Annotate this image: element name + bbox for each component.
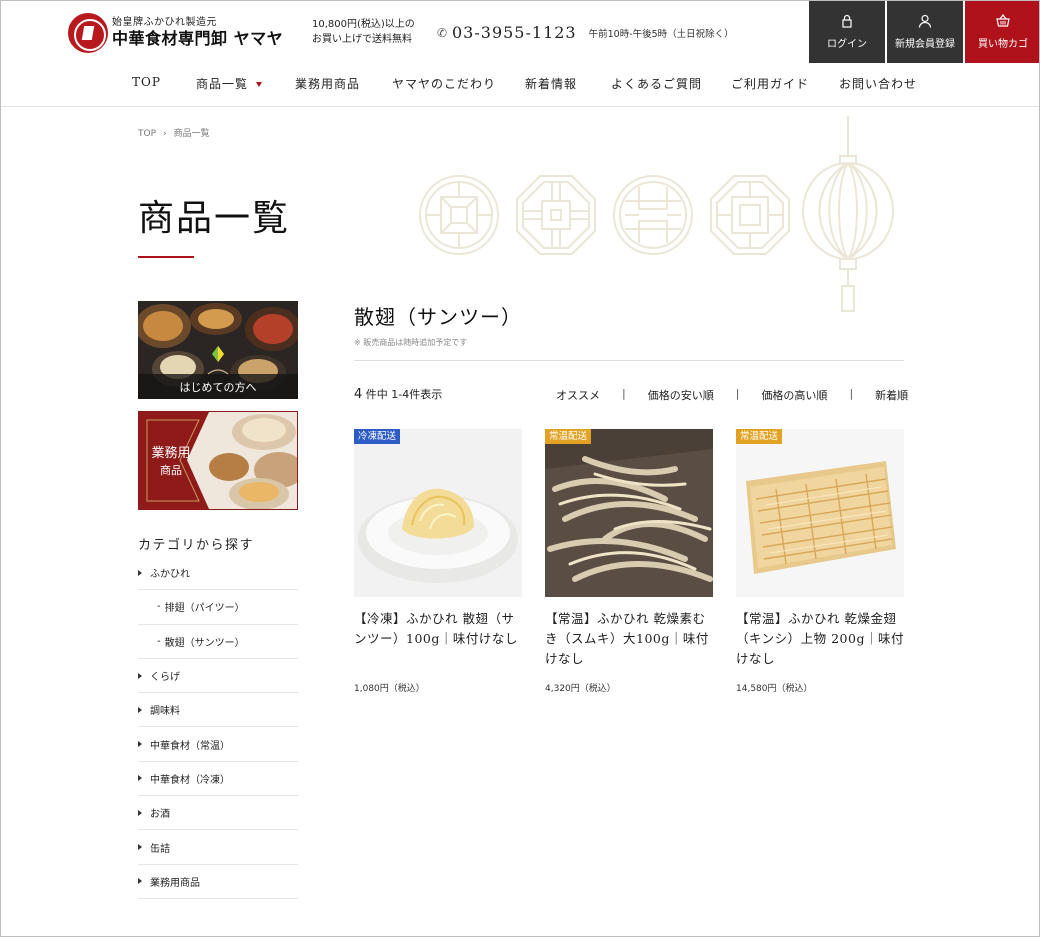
product-price: 4,320円（税込） bbox=[545, 684, 616, 694]
breadcrumb-current: 商品一覧 bbox=[173, 129, 210, 139]
caret-down-icon bbox=[256, 82, 263, 87]
product-image[interactable]: 常温配送 bbox=[736, 429, 904, 597]
category-item-canned[interactable]: 缶詰 bbox=[138, 830, 298, 865]
category-item-jellyfish[interactable]: くらげ bbox=[138, 659, 298, 694]
sort-newest[interactable]: 新着順 bbox=[875, 387, 908, 403]
triangle-right-icon bbox=[138, 706, 142, 713]
product-card[interactable]: 冷凍配送 【冷凍】ふかひれ 散翅（サンツー）100g｜味付けなし 1,080円（… bbox=[354, 429, 522, 694]
shipping-tag: 常温配送 bbox=[545, 429, 592, 444]
triangle-right-icon bbox=[138, 741, 142, 748]
beginners-banner-label: はじめての方へ bbox=[180, 380, 257, 394]
nav-item-guide[interactable]: ご利用ガイド bbox=[731, 75, 809, 92]
category-item-chinese-ambient[interactable]: 中華食材（常温） bbox=[138, 727, 298, 762]
beginners-banner-image: はじめての方へ bbox=[138, 301, 298, 399]
product-price: 14,580円（税込） bbox=[736, 684, 813, 694]
product-price: 1,080円（税込） bbox=[354, 684, 425, 694]
category-item-liquor[interactable]: お酒 bbox=[138, 796, 298, 831]
category-item-paitsu[interactable]: - 排翅（パイツー） bbox=[138, 590, 298, 625]
business-products-banner[interactable]: 業務用 商品 bbox=[138, 411, 298, 510]
breadcrumb-home[interactable]: TOP bbox=[138, 129, 156, 139]
register-button[interactable]: 新規会員登録 bbox=[887, 1, 963, 63]
result-count: 4 件中 1-4件表示 bbox=[354, 387, 443, 402]
product-image[interactable]: 常温配送 bbox=[545, 429, 713, 597]
phone-icon: ✆ bbox=[437, 25, 448, 40]
page-title: 商品一覧 bbox=[138, 198, 291, 239]
triangle-right-icon bbox=[138, 844, 142, 851]
category-item-business[interactable]: 業務用商品 bbox=[138, 865, 298, 899]
beginners-banner[interactable]: はじめての方へ bbox=[138, 301, 298, 399]
product-card[interactable]: 常温配送 【常温】ふかひれ 乾燥金翅（キンシ）上物 200g｜味付けなし 14,… bbox=[736, 429, 904, 694]
product-image[interactable]: 冷凍配送 bbox=[354, 429, 522, 597]
nav-item-faq[interactable]: よくあるご質問 bbox=[611, 75, 702, 92]
category-item-shark-fin[interactable]: ふかひれ bbox=[138, 556, 298, 591]
triangle-right-icon bbox=[138, 775, 142, 782]
nav-item-business[interactable]: 業務用商品 bbox=[295, 75, 360, 92]
divider bbox=[354, 360, 904, 361]
product-name[interactable]: 【常温】ふかひれ 乾燥素むき（スムキ）大100g｜味付けなし bbox=[545, 609, 713, 669]
nav-item-commitment[interactable]: ヤマヤのこだわり bbox=[392, 75, 496, 92]
section-title: 散翅（サンツー） bbox=[354, 305, 522, 329]
decorative-lattice-ornaments bbox=[419, 116, 894, 312]
category-item-santsu[interactable]: - 散翅（サンツー） bbox=[138, 625, 298, 659]
business-banner-line2: 商品 bbox=[160, 463, 182, 477]
triangle-right-icon bbox=[138, 809, 142, 816]
nav-item-contact[interactable]: お問い合わせ bbox=[839, 75, 917, 92]
page: 始皇牌ふかひれ製造元 中華食材専門卸 ヤマヤ 10,800円(税込)以上の お買… bbox=[0, 0, 1040, 937]
sort-price-low[interactable]: 価格の安い順 bbox=[648, 387, 714, 403]
phone-number[interactable]: 03-3955-1123 bbox=[452, 23, 577, 42]
free-shipping-note: 10,800円(税込)以上の お買い上げで送料無料 bbox=[312, 19, 415, 45]
product-name[interactable]: 【常温】ふかひれ 乾燥金翅（キンシ）上物 200g｜味付けなし bbox=[736, 609, 904, 669]
user-icon bbox=[918, 14, 932, 28]
breadcrumb: TOP › 商品一覧 bbox=[138, 129, 210, 139]
site-logo[interactable]: 始皇牌ふかひれ製造元 中華食材専門卸 ヤマヤ bbox=[68, 13, 283, 53]
category-title: カテゴリから探す bbox=[138, 538, 255, 553]
category-item-seasoning[interactable]: 調味料 bbox=[138, 693, 298, 728]
logo-tagline: 始皇牌ふかひれ製造元 bbox=[112, 17, 217, 29]
business-hours: 午前10時-午後5時（土日祝除く） bbox=[588, 28, 734, 40]
lock-icon bbox=[842, 14, 852, 28]
triangle-right-icon bbox=[138, 569, 142, 576]
login-button[interactable]: ログイン bbox=[809, 1, 885, 63]
section-note: ※ 販売商品は随時追加予定です bbox=[354, 338, 468, 347]
sort-recommended[interactable]: オススメ bbox=[556, 387, 600, 403]
nav-item-news[interactable]: 新着情報 bbox=[525, 75, 577, 92]
product-name[interactable]: 【冷凍】ふかひれ 散翅（サンツー）100g｜味付けなし bbox=[354, 609, 522, 649]
shipping-tag: 常温配送 bbox=[736, 429, 783, 444]
triangle-right-icon bbox=[138, 878, 142, 885]
nav-item-top[interactable]: TOP bbox=[132, 75, 161, 89]
triangle-right-icon bbox=[138, 672, 142, 679]
site-header: 始皇牌ふかひれ製造元 中華食材専門卸 ヤマヤ 10,800円(税込)以上の お買… bbox=[1, 1, 1039, 65]
category-list: ふかひれ - 排翅（パイツー） - 散翅（サンツー） くらげ 調味料 中華食材（常温… bbox=[138, 556, 298, 899]
shipping-tag: 冷凍配送 bbox=[354, 429, 401, 444]
title-underline bbox=[138, 256, 194, 258]
product-card[interactable]: 常温配送 【常温】ふかひれ 乾燥素むき（スムキ）大100g｜味付けなし 4,32… bbox=[545, 429, 713, 694]
cart-button[interactable]: 買い物カゴ bbox=[965, 1, 1039, 63]
sort-price-high[interactable]: 価格の高い順 bbox=[761, 387, 827, 403]
sort-options: オススメ | 価格の安い順 | 価格の高い順 | 新着順 bbox=[556, 387, 909, 403]
business-banner-line1: 業務用 bbox=[151, 445, 190, 461]
phone-info: ✆ 03-3955-1123 午前10時-午後5時（土日祝除く） bbox=[437, 23, 734, 42]
business-banner-image: 業務用 商品 bbox=[139, 412, 297, 509]
global-nav: TOP 商品一覧 業務用商品 ヤマヤのこだわり 新着情報 よくあるご質問 ご利用… bbox=[1, 65, 1039, 107]
nav-item-products[interactable]: 商品一覧 bbox=[196, 75, 263, 92]
logo-emblem-icon bbox=[68, 13, 108, 53]
category-item-chinese-frozen[interactable]: 中華食材（冷凍） bbox=[138, 762, 298, 797]
basket-icon bbox=[996, 14, 1010, 27]
logo-name: 中華食材専門卸 ヤマヤ bbox=[112, 29, 284, 49]
